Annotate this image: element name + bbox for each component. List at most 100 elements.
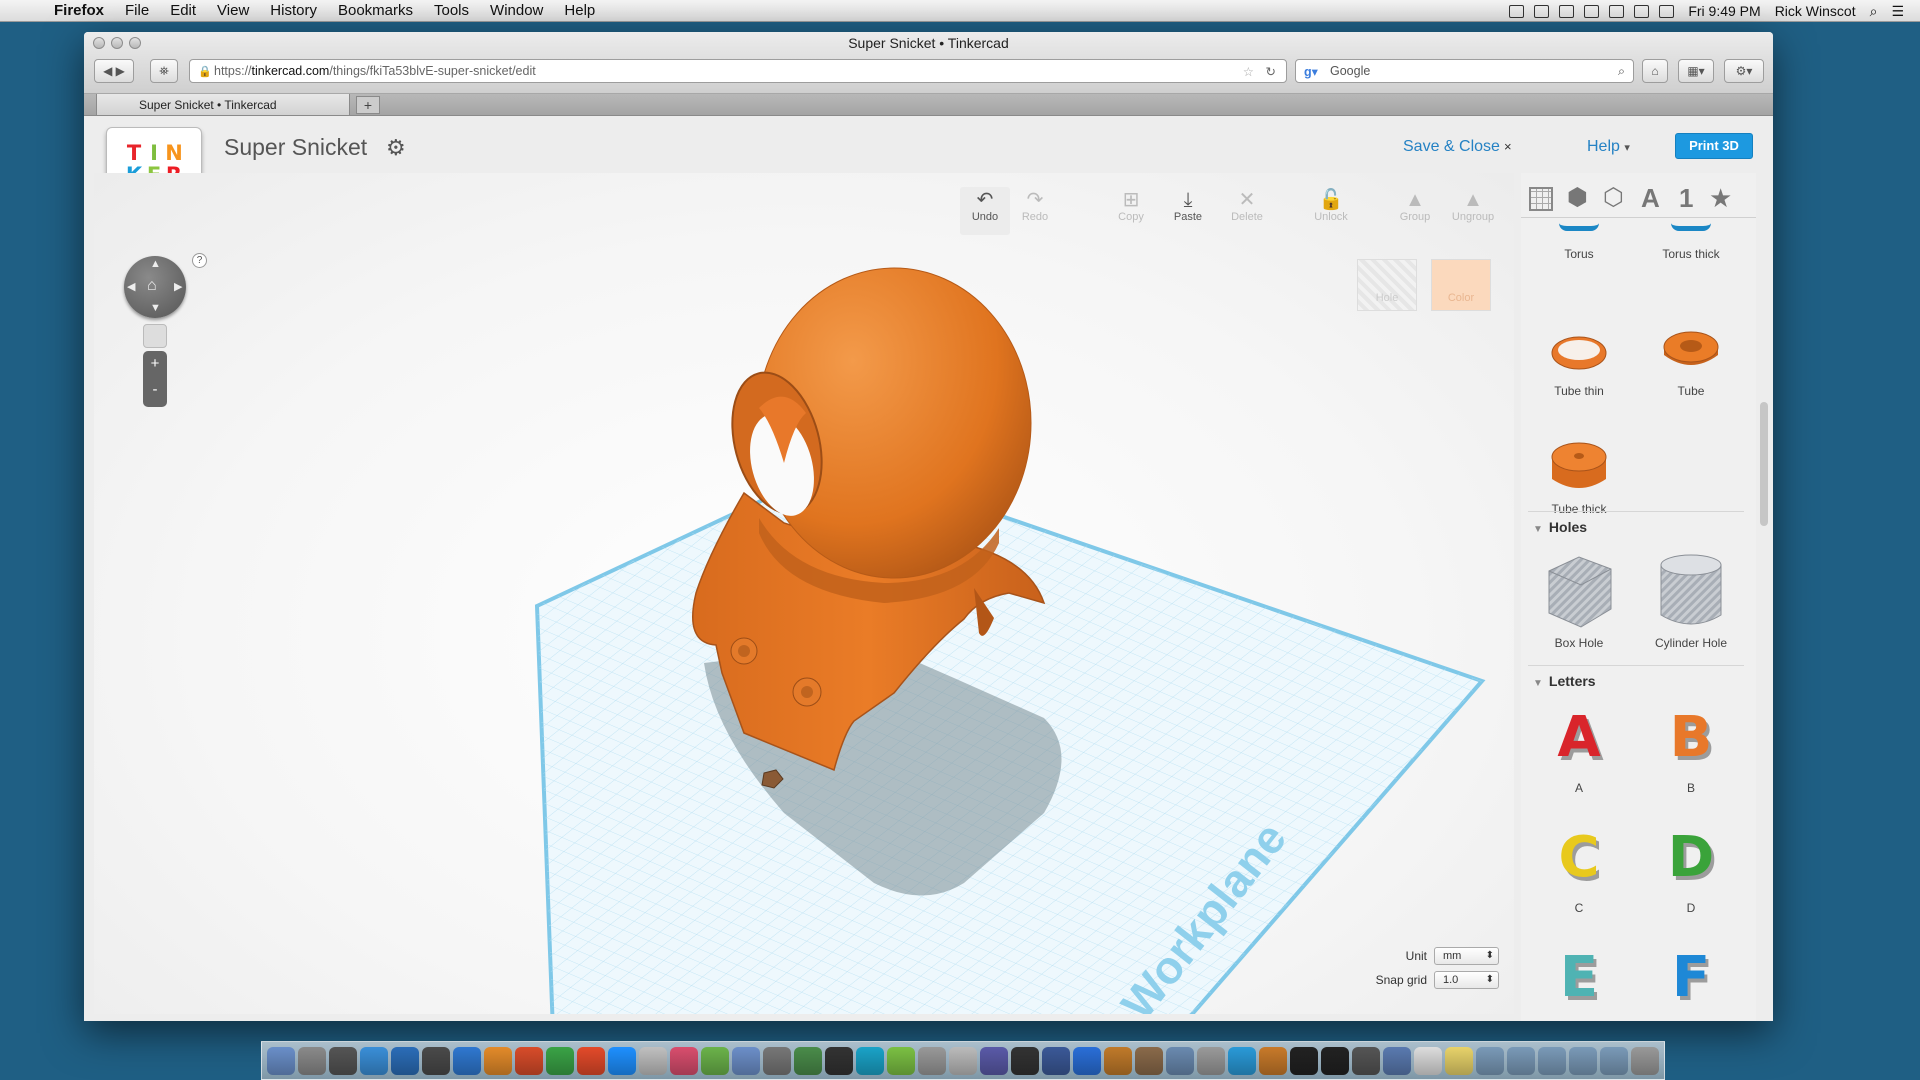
dock-app-icon[interactable] (1259, 1046, 1287, 1075)
dock-app-icon[interactable] (577, 1046, 605, 1075)
menu-window[interactable]: Window (490, 2, 543, 19)
shape-letter-c[interactable]: CC (1525, 825, 1633, 915)
shape-tube[interactable]: Tube (1637, 323, 1745, 398)
shape-letter-f[interactable]: F (1637, 945, 1745, 1011)
design-viewport[interactable]: Workplane ▲ ▼ ◀ ▶ ⌂ ? + - ↶ Undo ↷ Redo ⊞ C… (94, 173, 1514, 1014)
spotlight-icon[interactable]: ⌕ (1870, 3, 1878, 20)
menubar-user[interactable]: Rick Winscot (1775, 3, 1856, 19)
dock-app-icon[interactable] (1104, 1046, 1132, 1075)
addon-button[interactable]: ⚙▾ (1724, 59, 1764, 83)
bookmarks-button[interactable]: ▦▾ (1678, 59, 1714, 83)
dock-app-icon[interactable] (1135, 1046, 1163, 1075)
dock-app-icon[interactable] (298, 1046, 326, 1075)
dock-app-icon[interactable] (701, 1046, 729, 1075)
dock-app-icon[interactable] (1321, 1046, 1349, 1075)
dock-app-icon[interactable] (1073, 1046, 1101, 1075)
dock-app-icon[interactable] (1476, 1046, 1504, 1075)
number-icon[interactable]: 1 (1679, 183, 1693, 214)
status-icon[interactable] (1584, 4, 1600, 18)
site-identity-icon[interactable]: ⛯ (150, 59, 178, 83)
dock-app-icon[interactable] (1042, 1046, 1070, 1075)
shape-cylinder-hole[interactable]: Cylinder Hole (1637, 551, 1745, 650)
zoom-out-button[interactable]: - (143, 377, 167, 403)
wire-cube-icon[interactable]: ⬡ (1603, 183, 1624, 212)
dropbox-icon[interactable] (1534, 4, 1550, 18)
design-title[interactable]: Super Snicket (224, 134, 367, 161)
hole-swatch[interactable]: Hole (1357, 259, 1417, 311)
browser-tab[interactable]: Super Snicket • Tinkercad (96, 94, 350, 116)
paste-button[interactable]: ⤓ Paste (1163, 187, 1213, 235)
dock-app-icon[interactable] (732, 1046, 760, 1075)
dock-app-icon[interactable] (1228, 1046, 1256, 1075)
dock-app-icon[interactable] (515, 1046, 543, 1075)
menu-app-firefox[interactable]: Firefox (54, 2, 104, 19)
home-button[interactable]: ⌂ (1642, 59, 1668, 83)
color-swatch[interactable]: Color (1431, 259, 1491, 311)
letter-icon[interactable]: A (1641, 183, 1660, 214)
dock-app-icon[interactable] (1569, 1046, 1597, 1075)
dock-app-icon[interactable] (639, 1046, 667, 1075)
dock-app-icon[interactable] (1383, 1046, 1411, 1075)
holes-section-header[interactable]: Holes (1533, 519, 1587, 535)
battery-icon[interactable] (1659, 4, 1675, 18)
shape-tube-thick[interactable]: Tube thick (1525, 439, 1633, 516)
dock-app-icon[interactable] (1538, 1046, 1566, 1075)
dock-app-icon[interactable] (763, 1046, 791, 1075)
letters-section-header[interactable]: Letters (1533, 673, 1596, 689)
new-tab-button[interactable]: + (356, 96, 380, 114)
copy-button[interactable]: ⊞ Copy (1106, 187, 1156, 235)
dock-app-icon[interactable] (1011, 1046, 1039, 1075)
orbit-left-icon[interactable]: ◀ (127, 280, 135, 293)
dock-app-icon[interactable] (856, 1046, 884, 1075)
shape-letter-e[interactable]: E (1525, 945, 1633, 1011)
reload-icon[interactable]: ↻ (1266, 64, 1276, 79)
wifi-icon[interactable] (1634, 4, 1650, 18)
shape-torus-thick[interactable]: Torus thick (1637, 223, 1745, 261)
unit-select[interactable]: mm (1434, 947, 1499, 965)
orbit-down-icon[interactable]: ▼ (150, 302, 161, 314)
menu-file[interactable]: File (125, 2, 149, 19)
dock-app-icon[interactable] (1631, 1046, 1659, 1075)
dock-app-icon[interactable] (1600, 1046, 1628, 1075)
print-3d-button[interactable]: Print 3D (1675, 133, 1753, 159)
shape-tube-thin[interactable]: Tube thin (1525, 323, 1633, 398)
dock-app-icon[interactable] (825, 1046, 853, 1075)
undo-button[interactable]: ↶ Undo (960, 187, 1010, 235)
menu-bookmarks[interactable]: Bookmarks (338, 2, 413, 19)
dock-app-icon[interactable] (267, 1046, 295, 1075)
snap-grid-select[interactable]: 1.0 (1434, 971, 1499, 989)
dock-app-icon[interactable] (1352, 1046, 1380, 1075)
menubar-clock[interactable]: Fri 9:49 PM (1688, 3, 1760, 19)
dock-app-icon[interactable] (484, 1046, 512, 1075)
dock-app-icon[interactable] (980, 1046, 1008, 1075)
dock-app-icon[interactable] (422, 1046, 450, 1075)
shape-letter-a[interactable]: AA (1525, 705, 1633, 795)
help-icon[interactable]: ? (192, 253, 207, 268)
group-button[interactable]: ▲ Group (1390, 187, 1440, 235)
gear-icon[interactable]: ⚙ (386, 135, 406, 161)
dock-app-icon[interactable] (1166, 1046, 1194, 1075)
shape-torus[interactable]: Torus (1525, 223, 1633, 261)
search-bar[interactable]: g▾ Google ⌕ (1295, 59, 1634, 83)
orbit-up-icon[interactable]: ▲ (150, 258, 161, 270)
menu-help[interactable]: Help (564, 2, 595, 19)
url-bar[interactable]: 🔒 https://tinkercad.com/things/fkiTa53bl… (189, 59, 1287, 83)
menu-view[interactable]: View (217, 2, 249, 19)
view-orbit-control[interactable]: ▲ ▼ ◀ ▶ ⌂ (124, 256, 186, 318)
shape-box-hole[interactable]: Box Hole (1525, 551, 1633, 650)
save-close-button[interactable]: Save & Close × (1403, 138, 1512, 156)
zoom-in-button[interactable]: + (143, 351, 167, 377)
scene-canvas[interactable]: Workplane (94, 173, 1514, 1014)
dock-app-icon[interactable] (1445, 1046, 1473, 1075)
dock-app-icon[interactable] (1507, 1046, 1535, 1075)
menu-tools[interactable]: Tools (434, 2, 469, 19)
cube-icon[interactable]: ⬢ (1567, 183, 1588, 212)
status-icon[interactable] (1559, 4, 1575, 18)
dock-app-icon[interactable] (546, 1046, 574, 1075)
dock-app-icon[interactable] (360, 1046, 388, 1075)
dock-app-icon[interactable] (1197, 1046, 1225, 1075)
bluetooth-icon[interactable] (1609, 4, 1625, 18)
menu-history[interactable]: History (270, 2, 317, 19)
back-forward-button[interactable]: ◀ ▶ (94, 59, 134, 83)
shape-letter-b[interactable]: BB (1637, 705, 1745, 795)
